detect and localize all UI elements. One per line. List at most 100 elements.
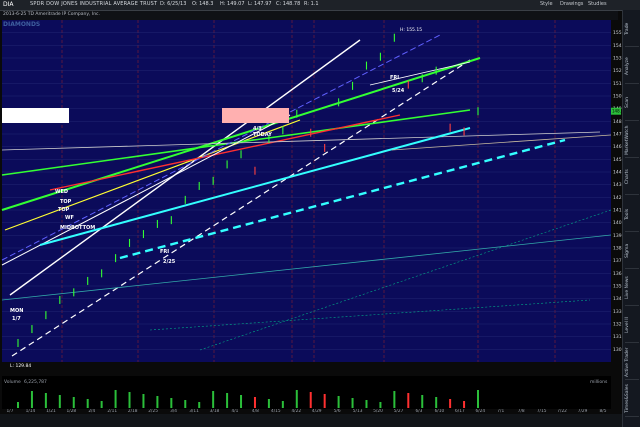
chart-window: 130 131 132 133 134 135 136 137 138 139 140 141 142 1… xyxy=(0,0,640,427)
y-tick-label: 134 xyxy=(613,296,622,302)
volume-bar xyxy=(449,399,452,408)
chart-subheader: 2013-6-25 TD Ameritrade IP Company, Inc.… xyxy=(0,11,618,28)
volume-bar xyxy=(435,397,438,408)
y-tick-label: 139 xyxy=(613,233,622,239)
volume-bar xyxy=(170,398,173,408)
style-menu[interactable]: Style xyxy=(540,1,553,7)
sidebar-tab[interactable]: Level II xyxy=(625,308,639,343)
y-tick-label: 148 xyxy=(613,119,622,125)
quote-open: O: 148.3 xyxy=(192,1,214,7)
sidebar-tab[interactable]: Sigma xyxy=(625,234,639,269)
sidebar-tab[interactable]: Live News xyxy=(625,271,639,306)
sidebar-tab[interactable]: MarketWatch xyxy=(625,123,639,158)
volume-bar xyxy=(212,391,215,408)
price-chart[interactable]: 130 131 132 133 134 135 136 137 138 139 140 141 142 1… xyxy=(0,0,640,427)
annotation-label: FRI xyxy=(390,75,399,81)
y-tick-label: 130 xyxy=(613,347,622,353)
sidebar-tab[interactable]: Charts xyxy=(625,160,639,195)
volume-bar xyxy=(295,390,298,408)
quote-close: C: 148.78 xyxy=(276,1,301,7)
alert-box-left xyxy=(2,108,69,123)
annotation-label: 5/24 xyxy=(392,88,405,94)
quote-range: R: 1.1 xyxy=(304,1,319,7)
annotation-label: 4/3 xyxy=(253,126,262,132)
y-tick-label: 147 xyxy=(613,132,622,138)
volume-bar xyxy=(393,391,396,408)
volume-bar xyxy=(323,394,326,408)
y-tick-label: 153 xyxy=(613,56,622,62)
quote-high: H: 149.07 xyxy=(220,1,245,7)
volume-bar xyxy=(351,398,354,408)
sidebar-tab[interactable]: Times&Sales xyxy=(625,382,639,417)
y-tick-label: 137 xyxy=(613,258,622,264)
y-tick-label: 151 xyxy=(613,81,622,87)
volume-bar xyxy=(477,390,479,408)
volume-bar xyxy=(114,390,117,408)
volume-bar xyxy=(365,400,368,408)
y-tick-label: 140 xyxy=(613,220,622,226)
studies-menu[interactable]: Studies xyxy=(588,1,607,7)
y-tick-label: 135 xyxy=(613,284,622,290)
volume-unit: millions xyxy=(590,379,608,385)
annotation-label: FRI xyxy=(160,249,169,255)
volume-bar xyxy=(30,391,33,408)
annotation-label: 2/25 xyxy=(163,259,176,265)
volume-bar xyxy=(253,397,256,408)
quote-low: L: 147.97 xyxy=(248,1,272,7)
volume-bar xyxy=(337,396,340,408)
volume-panel xyxy=(2,376,611,409)
quote-date: D: 6/25/13 xyxy=(160,1,187,7)
annotation-label: MIDBOTTOM xyxy=(60,225,95,231)
watermark: DIAMONDS xyxy=(3,21,41,28)
volume-bar xyxy=(128,392,131,408)
plot-area xyxy=(2,20,611,362)
annotation-label: MON xyxy=(10,308,23,314)
y-tick-label: 154 xyxy=(613,43,622,49)
volume-bar xyxy=(309,392,312,408)
y-tick-label: 144 xyxy=(613,170,622,176)
volume-bar xyxy=(100,401,103,408)
copyright-caption: 2013-6-25 TD Ameritrade IP Company, Inc. xyxy=(3,12,100,17)
volume-bar xyxy=(58,395,61,408)
annotation-label: WF xyxy=(65,215,74,221)
volume-bar xyxy=(267,399,270,408)
y-tick-label: 142 xyxy=(613,195,622,201)
volume-bar xyxy=(86,399,89,408)
y-tick-label: 155 xyxy=(613,30,622,36)
y-tick-label: 141 xyxy=(613,208,622,214)
y-tick-label: 150 xyxy=(613,94,622,100)
sidebar-tab[interactable]: Scan xyxy=(625,86,639,121)
y-tick-label: 145 xyxy=(613,157,622,163)
y-tick-label: 136 xyxy=(613,271,622,277)
sidebar-tab[interactable]: Tools xyxy=(625,197,639,232)
drawings-menu[interactable]: Drawings xyxy=(560,1,583,7)
volume-bar xyxy=(142,394,145,408)
y-tick-label: 146 xyxy=(613,144,622,150)
alert-box-mid xyxy=(222,108,289,123)
volume-bar xyxy=(240,395,243,408)
y-tick-label: 132 xyxy=(613,322,622,328)
instrument-title: SPDR DOW JONES INDUSTRIAL AVERAGE TRUST xyxy=(30,1,158,7)
volume-bar xyxy=(281,401,284,408)
toolbar: DIA SPDR DOW JONES INDUSTRIAL AVERAGE TR… xyxy=(0,0,640,11)
annotation-label: 1/7 xyxy=(12,316,21,322)
y-tick-label: 152 xyxy=(613,68,622,74)
volume-bar xyxy=(17,402,19,408)
volume-bar xyxy=(379,402,382,408)
sidebar-tab[interactable]: Analyze xyxy=(625,49,639,84)
symbol-label[interactable]: DIA xyxy=(3,1,14,8)
volume-bar xyxy=(156,396,159,408)
volume-value: 6,225,787 xyxy=(24,379,47,385)
volume-label: Volume xyxy=(4,379,21,385)
sidebar-tab[interactable]: Active Trader xyxy=(625,345,639,380)
bottom-axis-bar xyxy=(0,414,622,427)
volume-bar xyxy=(407,393,410,408)
y-tick-label: 143 xyxy=(613,182,622,188)
right-sidebar: Trade Analyze Scan MarketWatch Charts Tools Si… xyxy=(622,10,640,427)
volume-bar xyxy=(463,401,466,408)
sidebar-tab[interactable]: Trade xyxy=(625,12,639,47)
volume-bar xyxy=(198,402,201,408)
annotation-label: TOP xyxy=(58,207,70,213)
y-tick-label: 131 xyxy=(613,334,622,340)
volume-bar xyxy=(421,395,424,408)
